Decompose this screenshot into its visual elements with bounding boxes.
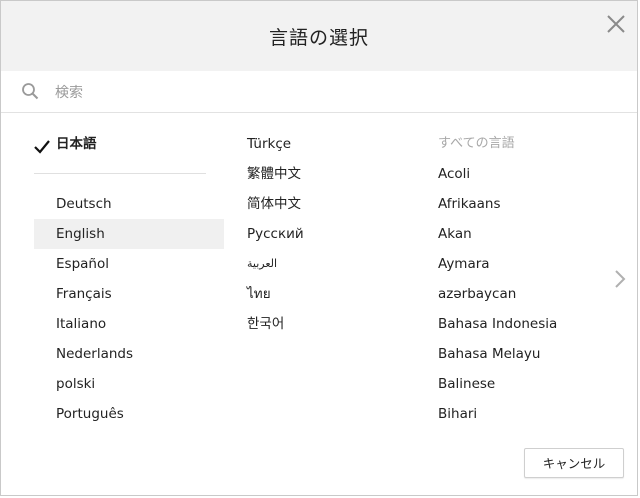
language-item[interactable]: Akan bbox=[428, 219, 628, 249]
language-item[interactable]: Acoli bbox=[428, 159, 628, 189]
language-item-selected[interactable]: 日本語 bbox=[34, 129, 224, 159]
close-icon[interactable] bbox=[605, 13, 627, 35]
language-item-highlighted[interactable]: English bbox=[34, 219, 224, 249]
language-item[interactable]: Português bbox=[34, 399, 224, 429]
language-item[interactable]: Русский bbox=[237, 219, 417, 249]
language-item[interactable]: العربية bbox=[237, 249, 417, 279]
language-item[interactable]: 繁體中文 bbox=[237, 159, 417, 189]
separator bbox=[34, 173, 206, 174]
language-item[interactable]: Bahasa Melayu bbox=[428, 339, 628, 369]
language-item[interactable]: Italiano bbox=[34, 309, 224, 339]
language-item[interactable]: Nederlands bbox=[34, 339, 224, 369]
language-column-1: 日本語 Deutsch English Español Français Ita… bbox=[34, 129, 224, 429]
language-item[interactable]: Balinese bbox=[428, 369, 628, 399]
language-item[interactable]: Türkçe bbox=[237, 129, 417, 159]
language-item[interactable]: Español bbox=[34, 249, 224, 279]
language-item[interactable]: azərbaycan bbox=[428, 279, 628, 309]
language-item[interactable]: polski bbox=[34, 369, 224, 399]
language-item[interactable]: ไทย bbox=[237, 279, 417, 309]
search-input[interactable] bbox=[53, 79, 617, 107]
language-item[interactable]: Afrikaans bbox=[428, 189, 628, 219]
language-item[interactable]: Bihari bbox=[428, 399, 628, 429]
search-icon bbox=[21, 82, 39, 100]
language-column-3: すべての言語 Acoli Afrikaans Akan Aymara azərb… bbox=[428, 129, 628, 429]
language-column-2: Türkçe 繁體中文 简体中文 Русский العربية ไทย 한국어 bbox=[237, 129, 417, 339]
language-item[interactable]: 简体中文 bbox=[237, 189, 417, 219]
search-bar bbox=[1, 71, 637, 113]
language-item[interactable]: Aymara bbox=[428, 249, 628, 279]
language-item[interactable]: Deutsch bbox=[34, 189, 224, 219]
dialog-header: 言語の選択 bbox=[1, 1, 637, 71]
cancel-button[interactable]: キャンセル bbox=[524, 448, 624, 478]
language-item[interactable]: 한국어 bbox=[237, 309, 417, 339]
checkmark-icon bbox=[34, 136, 50, 154]
selected-language-label: 日本語 bbox=[56, 136, 97, 152]
language-item[interactable]: Bahasa Indonesia bbox=[428, 309, 628, 339]
dialog-title: 言語の選択 bbox=[268, 26, 369, 49]
language-dialog: 言語の選択 日本語 Deutsch English Español França… bbox=[0, 0, 638, 496]
chevron-right-icon[interactable] bbox=[613, 267, 627, 291]
all-languages-heading: すべての言語 bbox=[438, 136, 515, 151]
language-item[interactable]: Français bbox=[34, 279, 224, 309]
